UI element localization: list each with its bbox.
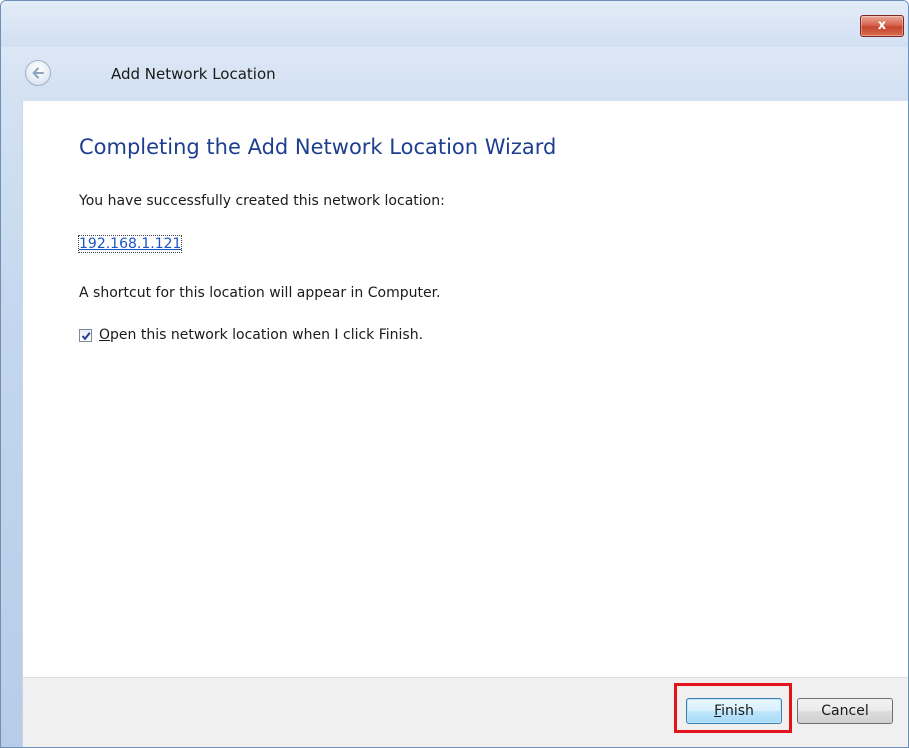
shortcut-text: A shortcut for this location will appear…: [79, 285, 441, 301]
cancel-button[interactable]: Cancel: [797, 698, 893, 724]
back-arrow-icon: [32, 67, 44, 79]
network-location-link[interactable]: 192.168.1.121: [77, 235, 183, 253]
open-location-checkbox-label[interactable]: Open this network location when I click …: [99, 327, 423, 343]
success-text: You have successfully created this netwo…: [79, 193, 445, 209]
wizard-title: Add Network Location: [111, 65, 276, 83]
wizard-window: x Add Network Location Completing the Ad…: [0, 0, 909, 748]
page-heading: Completing the Add Network Location Wiza…: [79, 135, 557, 159]
close-icon: x: [877, 18, 887, 33]
finish-highlight-box: [674, 683, 792, 733]
close-button[interactable]: x: [860, 15, 904, 37]
checkbox-mnemonic: O: [99, 327, 111, 343]
wizard-content: Completing the Add Network Location Wiza…: [22, 101, 908, 677]
checkmark-icon: [81, 332, 91, 341]
open-location-checkbox[interactable]: [79, 329, 92, 342]
back-button[interactable]: [25, 60, 51, 86]
checkbox-label-text: pen this network location when I click F…: [110, 327, 424, 343]
